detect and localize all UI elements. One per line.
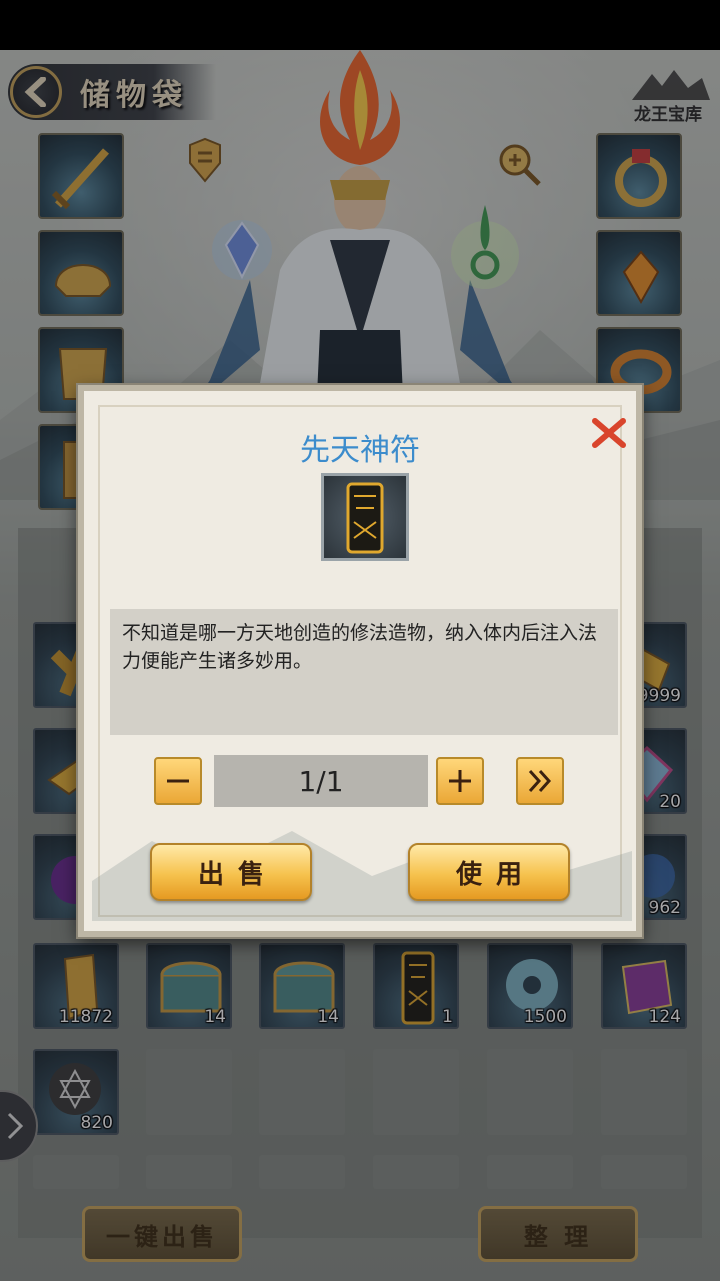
use-label: 使用 (455, 859, 536, 890)
double-chevron-right-icon (528, 769, 552, 793)
description-box: 不知道是哪一方天地创造的修法造物，纳入体内后注入法力便能产生诸多妙用。 (110, 609, 618, 735)
close-icon[interactable] (589, 413, 629, 453)
plus-icon (449, 770, 471, 792)
use-button[interactable]: 使用 (408, 843, 570, 901)
max-quantity-button[interactable] (516, 757, 564, 805)
item-detail-dialog: 先天神符 不知道是哪一方天地创造的修法造物，纳入体内后注入法力便能产生诸多妙用。… (78, 385, 642, 937)
quantity-field[interactable]: 1/1 (214, 755, 428, 807)
increase-quantity-button[interactable] (436, 757, 484, 805)
decrease-quantity-button[interactable] (154, 757, 202, 805)
sell-button[interactable]: 出售 (150, 843, 312, 901)
status-bar (0, 0, 720, 50)
item-preview (321, 473, 409, 561)
dialog-title: 先天神符 (300, 433, 420, 468)
minus-icon (167, 779, 189, 783)
item-description: 不知道是哪一方天地创造的修法造物，纳入体内后注入法力便能产生诸多妙用。 (122, 622, 598, 672)
talisman-icon (346, 482, 384, 554)
sell-label: 出售 (197, 859, 278, 890)
quantity-value: 1/1 (298, 764, 344, 798)
